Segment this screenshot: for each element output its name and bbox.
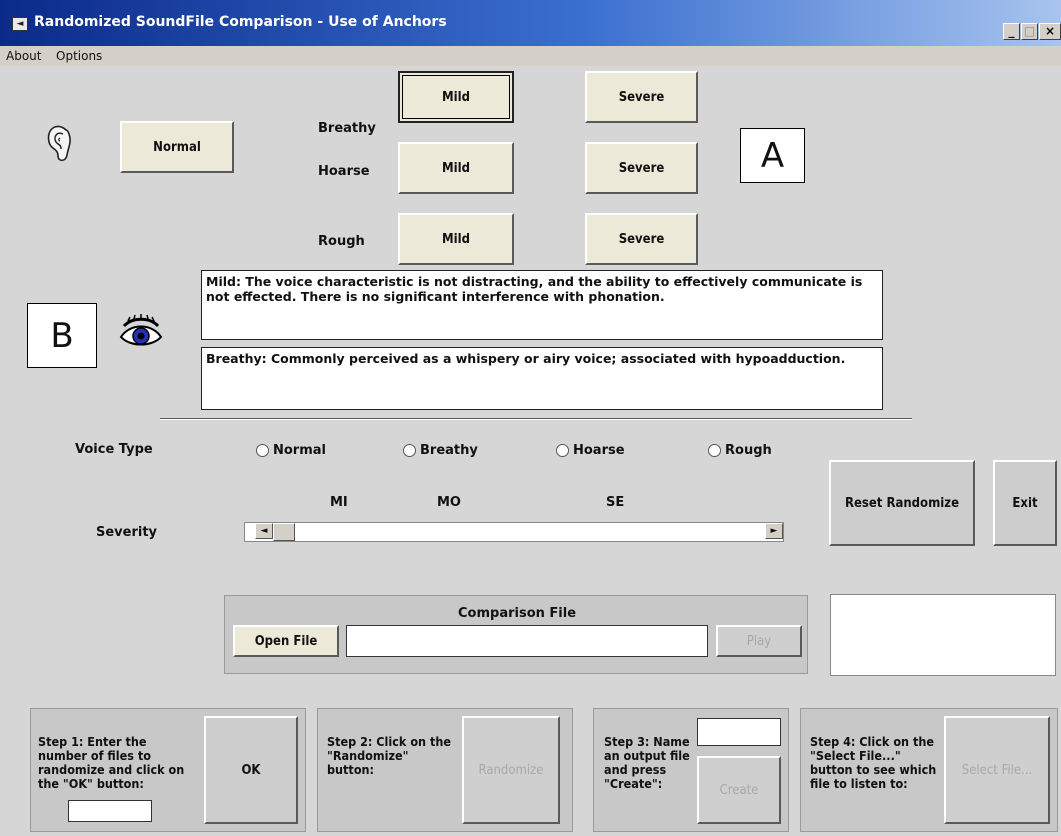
output-display-box [830, 594, 1056, 676]
radio-circle-icon [708, 444, 721, 457]
step-2-text: Step 2: Click on the "Randomize" button: [327, 734, 451, 777]
radio-circle-icon [256, 444, 269, 457]
rough-mild-button[interactable]: Mild [398, 213, 514, 265]
play-button[interactable]: Play [716, 625, 802, 657]
scroll-right-icon[interactable]: ► [765, 523, 783, 539]
step-1-text: Step 1: Enter the number of files to ran… [38, 734, 185, 791]
severity-scrollbar[interactable] [244, 522, 784, 542]
menu-bar [0, 46, 1061, 66]
eye-icon [118, 313, 164, 353]
severity-tick-mi: MI [330, 495, 348, 510]
randomize-button[interactable]: Randomize [462, 716, 560, 824]
severity-tick-mo: MO [437, 495, 461, 510]
radio-label: Hoarse [573, 443, 625, 458]
radio-circle-icon [556, 444, 569, 457]
menu-about[interactable]: About [6, 49, 41, 63]
file-count-input[interactable] [68, 800, 152, 822]
voice-type-normal-radio[interactable]: Normal [256, 443, 326, 458]
normal-anchor-button[interactable]: Normal [120, 121, 234, 173]
ok-button[interactable]: OK [204, 716, 298, 824]
voice-type-description-box: Breathy: Commonly perceived as a whisper… [201, 347, 883, 410]
ear-icon [44, 122, 74, 164]
severity-tick-se: SE [606, 495, 625, 510]
select-file-button[interactable]: Select File... [944, 716, 1050, 824]
open-file-button[interactable]: Open File [233, 625, 339, 657]
reset-randomize-button[interactable]: Reset Randomize [829, 460, 975, 546]
create-button[interactable]: Create [697, 756, 781, 824]
breathy-mild-button[interactable]: Mild [398, 71, 514, 123]
hoarse-mild-button[interactable]: Mild [398, 142, 514, 194]
rough-severe-button[interactable]: Severe [585, 213, 698, 265]
radio-circle-icon [403, 444, 416, 457]
window-title: Randomized SoundFile Comparison - Use of… [34, 14, 447, 30]
voice-type-hoarse-radio[interactable]: Hoarse [556, 443, 625, 458]
hoarse-severe-button[interactable]: Severe [585, 142, 698, 194]
radio-label: Breathy [420, 443, 478, 458]
maximize-button[interactable]: □ [1021, 23, 1038, 40]
menu-options[interactable]: Options [56, 49, 102, 63]
voice-type-breathy-radio[interactable]: Breathy [403, 443, 478, 458]
scrollbar-thumb[interactable] [273, 523, 295, 541]
severity-description-box: Mild: The voice characteristic is not di… [201, 270, 883, 340]
speaker-icon: ◄ [12, 17, 28, 31]
minimize-button[interactable]: _ [1003, 23, 1020, 40]
comparison-file-field[interactable] [346, 625, 708, 657]
exit-button[interactable]: Exit [993, 460, 1057, 546]
close-button[interactable]: × [1039, 23, 1061, 40]
breathy-label: Breathy [318, 121, 376, 136]
voice-type-rough-radio[interactable]: Rough [708, 443, 772, 458]
step-3-text: Step 3: Name an output file and press "C… [604, 734, 690, 791]
scroll-left-icon[interactable]: ◄ [255, 523, 273, 539]
radio-label: Rough [725, 443, 772, 458]
marker-a: A [740, 128, 805, 183]
output-file-name-input[interactable] [697, 718, 781, 746]
voice-type-label: Voice Type [75, 442, 153, 457]
hoarse-label: Hoarse [318, 164, 370, 179]
step-4-text: Step 4: Click on the "Select File..." bu… [810, 734, 937, 791]
breathy-severe-button[interactable]: Severe [585, 71, 698, 123]
marker-b: B [27, 303, 97, 368]
divider [160, 418, 912, 420]
rough-label: Rough [318, 234, 365, 249]
radio-label: Normal [273, 443, 326, 458]
comparison-file-title: Comparison File [458, 606, 577, 621]
severity-label: Severity [96, 525, 158, 540]
